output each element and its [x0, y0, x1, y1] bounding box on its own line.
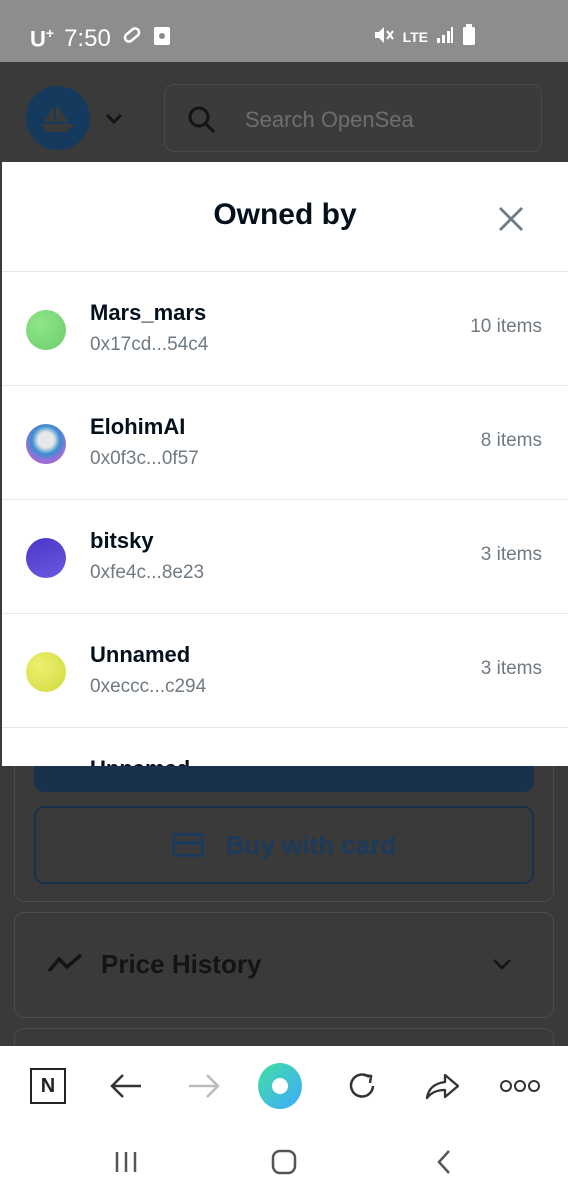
chevron-down-icon[interactable]: [104, 112, 124, 131]
arrow-right-icon: [189, 1074, 220, 1098]
owner-name[interactable]: ElohimAI: [90, 414, 185, 440]
owner-row[interactable]: Unnamed: [2, 728, 568, 766]
site-header: Search OpenSea: [0, 62, 568, 160]
owner-address: 0x17cd...54c4: [90, 334, 209, 355]
avatar: [26, 310, 66, 350]
owner-row[interactable]: Unnamed 0xeccc...c294 3 items: [2, 614, 568, 728]
tabs-button[interactable]: N: [26, 1064, 70, 1108]
mute-icon: [373, 25, 395, 48]
share-button[interactable]: [420, 1064, 464, 1108]
home-orb-icon: [258, 1063, 302, 1109]
owner-item-count: 10 items: [470, 316, 542, 337]
modal-header: Owned by: [2, 162, 568, 272]
share-arrow-icon: [425, 1073, 460, 1100]
search-icon: [187, 105, 217, 141]
opensea-logo[interactable]: [26, 86, 90, 150]
page-content: Buy with card Price History: [0, 766, 568, 1068]
back-button[interactable]: [104, 1064, 148, 1108]
system-nav-bar: [0, 1124, 568, 1200]
browser-toolbar: N: [0, 1046, 568, 1124]
reload-button[interactable]: [340, 1064, 384, 1108]
search-input[interactable]: Search OpenSea: [164, 84, 542, 152]
recent-apps-icon: [115, 1152, 137, 1172]
home-button[interactable]: [258, 1063, 302, 1109]
price-history-section[interactable]: Price History: [14, 912, 554, 1018]
arrow-left-icon: [110, 1074, 141, 1098]
avatar: [26, 652, 66, 692]
owner-row[interactable]: ElohimAI 0x0f3c...0f57 8 items: [2, 386, 568, 500]
owner-item-count: 3 items: [480, 544, 542, 565]
trend-line-icon: [47, 951, 83, 980]
owner-address: 0xfe4c...8e23: [90, 562, 205, 583]
back-nav-button[interactable]: [424, 1146, 464, 1178]
reload-icon: [349, 1073, 375, 1098]
owner-row[interactable]: bitsky 0xfe4c...8e23 3 items: [2, 500, 568, 614]
ship-icon: [42, 104, 74, 132]
pill-icon: [121, 24, 143, 53]
owner-name[interactable]: bitsky: [90, 528, 154, 554]
chevron-down-icon: [491, 957, 513, 976]
buy-with-card-label: Buy with card: [225, 829, 397, 860]
owner-name[interactable]: Unnamed: [90, 642, 190, 668]
more-dots-icon: [500, 1080, 540, 1092]
buy-now-button[interactable]: [34, 766, 534, 792]
avatar: [26, 424, 66, 464]
screenshot-icon: [153, 25, 171, 53]
price-history-label: Price History: [101, 949, 262, 979]
more-options-button[interactable]: [498, 1064, 542, 1108]
owner-row[interactable]: Mars_mars 0x17cd...54c4 10 items: [2, 272, 568, 386]
owner-item-count: 8 items: [480, 430, 542, 451]
home-square-icon: [271, 1149, 297, 1175]
avatar: [26, 538, 66, 578]
owned-by-modal: Owned by Mars_mars 0x17cd...54c4 10 item…: [2, 162, 568, 766]
recent-apps-button[interactable]: [106, 1146, 146, 1178]
search-placeholder: Search OpenSea: [245, 107, 414, 132]
home-nav-button[interactable]: [264, 1146, 304, 1178]
close-icon[interactable]: [498, 206, 524, 232]
credit-card-icon: [171, 833, 204, 857]
modal-title: Owned by: [213, 198, 357, 231]
network-label: LTE: [402, 28, 428, 45]
owner-name[interactable]: Mars_mars: [90, 300, 206, 326]
n-app-icon: N: [30, 1068, 66, 1104]
carrier-label: U+: [30, 24, 55, 52]
battery-icon: [462, 24, 476, 49]
owner-address: 0xeccc...c294: [90, 676, 207, 697]
signal-icon: [436, 26, 454, 47]
forward-button[interactable]: [182, 1064, 226, 1108]
status-bar: U+ 7:50 LTE: [0, 0, 568, 62]
owner-name[interactable]: Unnamed: [90, 756, 190, 766]
clock: 7:50: [64, 24, 111, 52]
buy-with-card-button[interactable]: Buy with card: [34, 806, 534, 884]
back-chevron-icon: [437, 1150, 450, 1174]
owner-address: 0x0f3c...0f57: [90, 448, 199, 469]
owner-item-count: 3 items: [480, 658, 542, 679]
